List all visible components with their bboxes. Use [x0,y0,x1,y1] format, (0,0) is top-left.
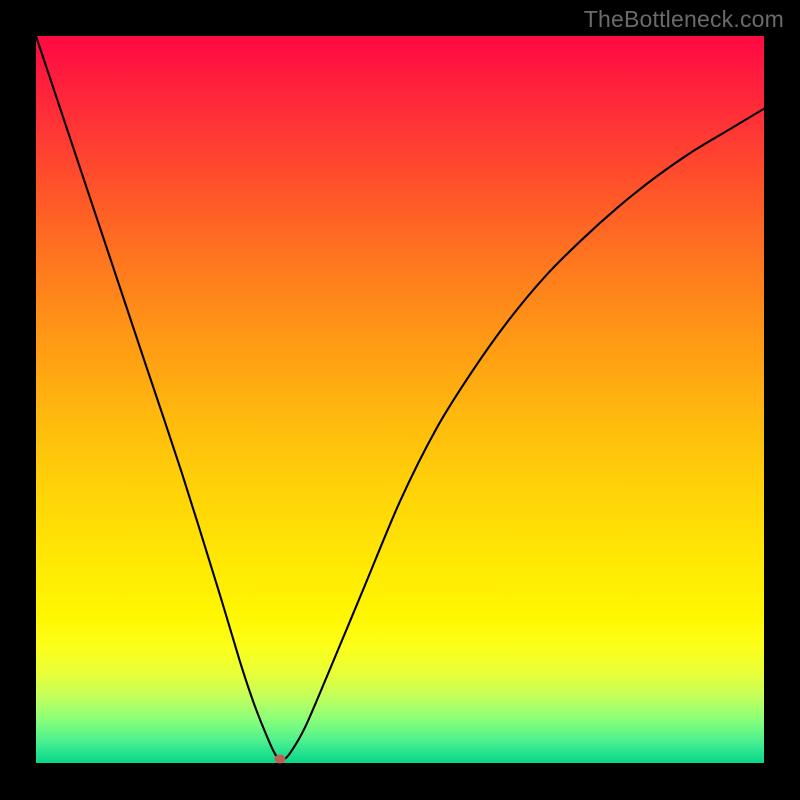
current-point-marker [274,755,285,764]
plot-gradient-background [36,36,764,763]
watermark-text: TheBottleneck.com [584,6,784,33]
chart-frame: TheBottleneck.com [0,0,800,800]
